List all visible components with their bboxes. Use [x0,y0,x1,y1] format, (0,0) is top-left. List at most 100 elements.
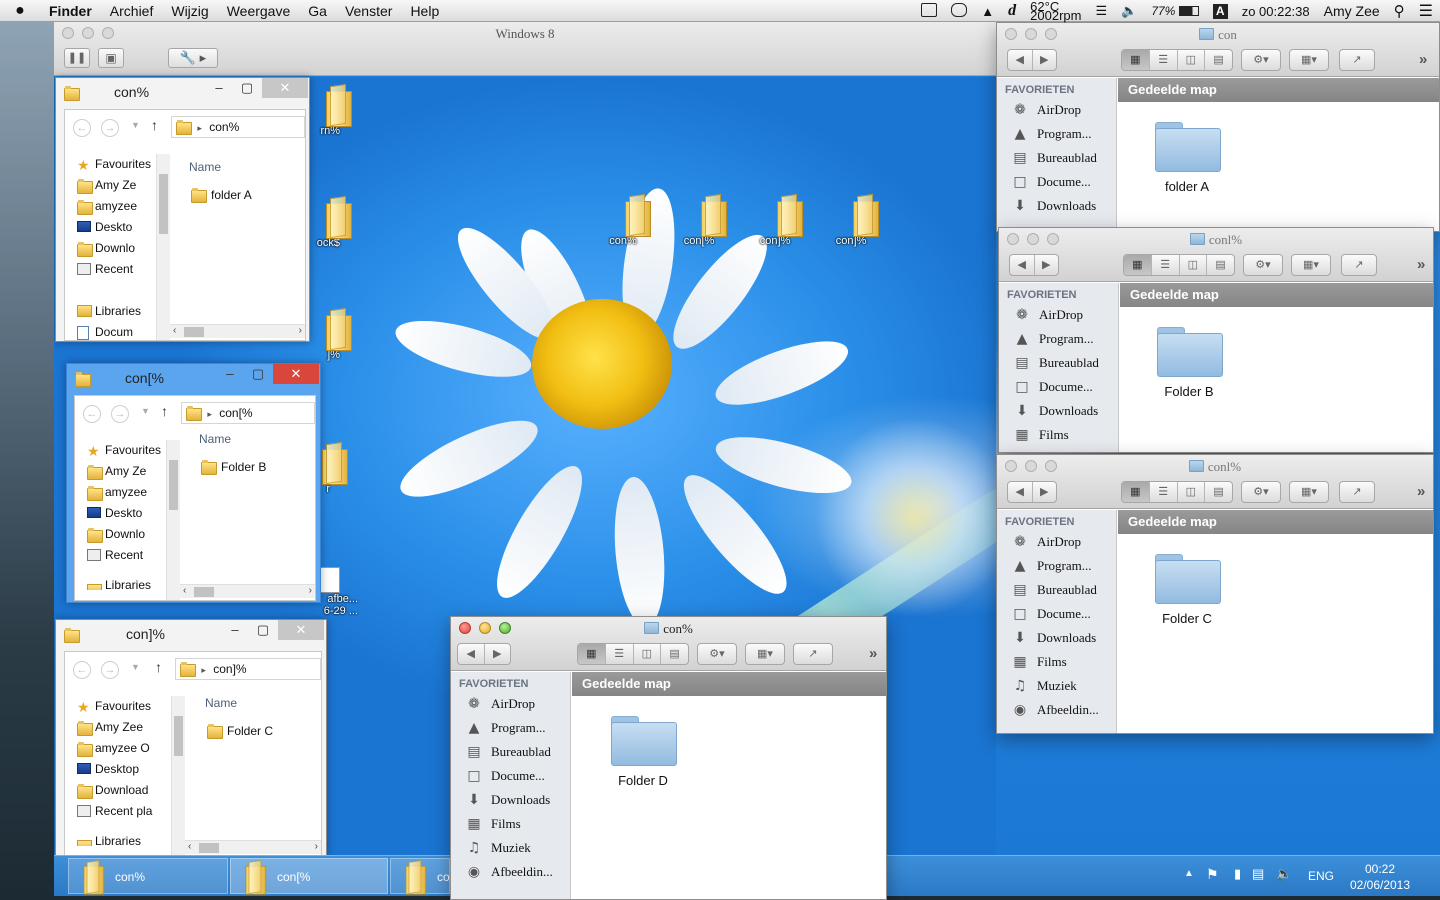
sidebar-item-downloads[interactable]: ⬇ Downloads [997,194,1116,218]
nav-downloads[interactable]: Downlo [75,524,167,545]
address-bar[interactable]: ▸ con[% [181,402,315,424]
maximize-button[interactable]: ▢ [250,620,276,640]
menu-help[interactable]: Help [401,3,448,19]
sidebar-item-documents[interactable]: □ Docume... [997,170,1116,194]
volume-icon[interactable]: 🔈 [1114,3,1144,19]
sidebar-item-films[interactable]: ▦ Films [451,812,570,836]
up-arrow-icon[interactable]: ↑ [161,403,168,419]
back-forward-buttons[interactable]: ◀ ▶ [1007,49,1057,71]
taskbar-button-con-bracket[interactable]: con[% [230,858,388,895]
action-center-flag-icon[interactable]: ⚑ [1206,866,1219,883]
recent-dropdown-icon[interactable]: ▼ [131,120,140,130]
menu-venster[interactable]: Venster [336,3,401,19]
toolbar-overflow-chevron-icon[interactable]: » [1417,256,1425,273]
icon-view-icon[interactable]: ▦ [578,644,605,664]
folder-label[interactable]: Folder B [1129,384,1249,399]
nav-favourites[interactable]: ★ Favourites [65,696,171,717]
sidebar-item-airdrop[interactable]: ❁ AirDrop [999,303,1118,327]
recent-dropdown-icon[interactable]: ▼ [131,662,140,672]
action-gear-button[interactable]: ⚙▾ [1241,481,1281,503]
share-button[interactable]: ↗ [793,643,833,665]
column-view-icon[interactable]: ◫ [1176,482,1205,502]
share-button[interactable]: ↗ [1339,49,1375,71]
spotlight-search-icon[interactable]: ⚲ [1387,2,1412,20]
sidebar-item-airdrop[interactable]: ❁ AirDrop [451,692,570,716]
desktop-folder-con-bracket-open[interactable]: con[% [667,195,731,247]
nav-recent[interactable]: Recent pla [65,801,171,822]
back-arrow-icon[interactable]: ◀ [458,644,484,664]
view-mode-buttons[interactable]: ▦ ☰ ◫ ▤ [1123,254,1235,276]
desktop-folder-con-percent[interactable]: con% [591,195,655,247]
sidebar-item-desktop[interactable]: ▤ Bureaublad [997,146,1116,170]
menubar-clock[interactable]: zo 00:22:38 [1235,4,1317,19]
notification-center-icon[interactable]: ☰ [1412,1,1440,21]
toolbar-overflow-chevron-icon[interactable]: » [1419,51,1427,68]
sidebar-item-programs[interactable]: ▲ Program... [997,554,1116,578]
horizontal-scrollbar[interactable]: ‹ › [170,324,305,338]
screen-sharing-icon[interactable] [944,2,974,20]
sidebar-item-airdrop[interactable]: ❁ AirDrop [997,530,1116,554]
minimize-button[interactable]: – [217,364,243,384]
file-item-folder-c[interactable]: Folder C [207,724,273,739]
folder-icon[interactable] [1155,550,1221,604]
toolbar-overflow-chevron-icon[interactable]: » [1417,483,1425,500]
minimize-button[interactable]: – [206,78,232,98]
folder-icon[interactable] [1157,323,1223,377]
network-tray-icon[interactable]: ▤ [1252,866,1264,882]
column-view-icon[interactable]: ◫ [1176,50,1205,70]
view-mode-buttons[interactable]: ▦ ☰ ◫ ▤ [1121,49,1233,71]
nav-downloads[interactable]: Downlo [65,238,157,259]
horizontal-scrollbar[interactable]: ‹ › [180,584,315,598]
taskbar-button-con-percent[interactable]: con% [68,858,228,895]
action-gear-button[interactable]: ⚙▾ [1241,49,1281,71]
list-view-icon[interactable]: ☰ [1148,482,1177,502]
nav-downloads[interactable]: Download [65,780,171,801]
forward-arrow-icon[interactable]: ▶ [1033,255,1059,275]
back-arrow-icon[interactable]: ◀ [1010,255,1034,275]
sidebar-item-desktop[interactable]: ▤ Bureaublad [451,740,570,764]
list-view-icon[interactable]: ☰ [1148,50,1177,70]
sidebar-item-music[interactable]: ♫ Muziek [997,674,1116,698]
tray-clock[interactable]: 00:22 02/06/2013 [1340,861,1420,893]
back-icon[interactable]: ← [83,405,101,423]
forward-arrow-icon[interactable]: ▶ [1031,50,1057,70]
folder-label[interactable]: folder A [1127,179,1247,194]
column-header-name[interactable]: Name [205,696,237,710]
address-bar[interactable]: ▸ con]% [175,658,321,680]
back-forward-buttons[interactable]: ◀ ▶ [1009,254,1059,276]
close-button[interactable]: ✕ [278,620,324,640]
share-button[interactable]: ↗ [1339,481,1375,503]
coverflow-view-icon[interactable]: ▤ [1204,50,1232,70]
arrange-button[interactable]: ▦▾ [1289,49,1329,71]
forward-arrow-icon[interactable]: ▶ [1031,482,1057,502]
nav-libraries[interactable]: Libraries [65,301,157,322]
sidebar-item-downloads[interactable]: ⬇ Downloads [451,788,570,812]
back-icon[interactable]: ← [73,661,91,679]
nav-favourites[interactable]: ★ Favourites [75,440,167,461]
action-gear-button[interactable]: ⚙▾ [1243,254,1283,276]
desktop-folder-con-bracket-close[interactable]: con]% [743,195,807,247]
menu-wijzig[interactable]: Wijzig [162,3,217,19]
forward-icon[interactable]: → [101,119,119,137]
column-view-icon[interactable]: ◫ [1178,255,1207,275]
arrange-button[interactable]: ▦▾ [1289,481,1329,503]
sidebar-item-films[interactable]: ▦ Films [999,423,1118,447]
folder-icon[interactable] [1155,118,1221,172]
nav-recent[interactable]: Recent [65,259,157,280]
horizontal-scrollbar[interactable]: ‹ › [185,840,321,854]
sidebar-item-programs[interactable]: ▲ Program... [997,122,1116,146]
vm-snapshot-button[interactable]: ▣ [98,48,124,68]
nav-item[interactable]: amyzee O [65,738,171,759]
icon-view-icon[interactable]: ▦ [1124,255,1151,275]
nav-item[interactable]: Amy Zee [65,717,171,738]
nav-libraries[interactable]: Libraries [75,580,167,590]
coverflow-view-icon[interactable]: ▤ [660,644,688,664]
column-header-name[interactable]: Name [189,160,221,174]
nav-item[interactable]: amyzee [75,482,167,503]
maximize-button[interactable]: ▢ [234,78,260,98]
coverflow-view-icon[interactable]: ▤ [1204,482,1232,502]
forward-icon[interactable]: → [101,661,119,679]
menu-archief[interactable]: Archief [101,3,163,19]
back-arrow-icon[interactable]: ◀ [1008,50,1032,70]
google-drive-icon[interactable]: ▲ [974,4,1001,19]
